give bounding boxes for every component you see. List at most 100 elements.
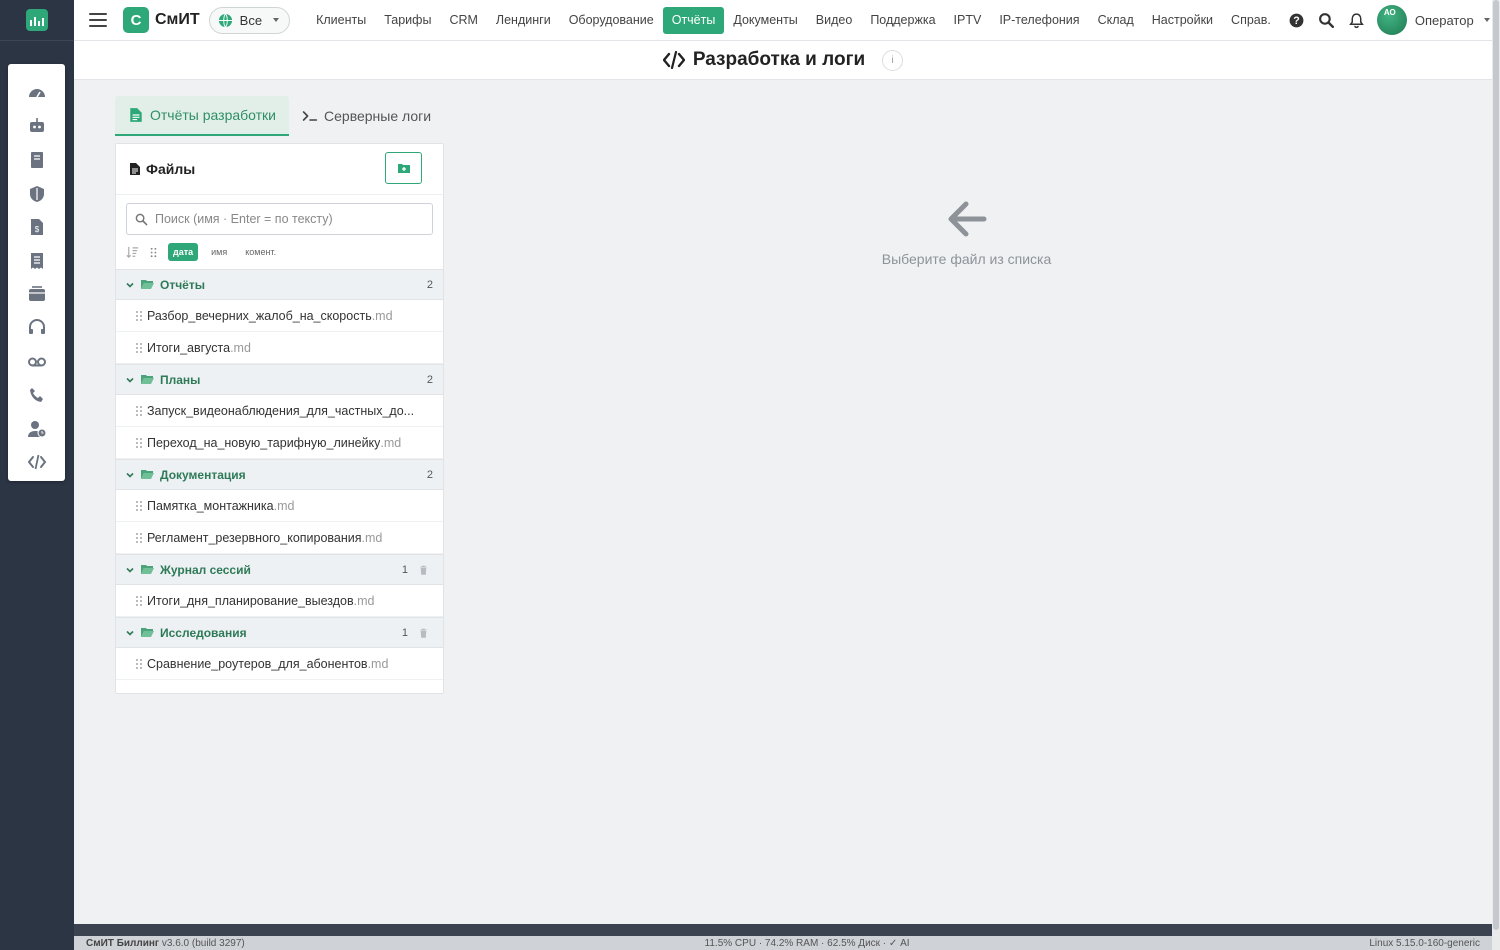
nav-item-9[interactable]: IPTV [945, 7, 991, 34]
headset-icon [28, 318, 45, 334]
folder-row[interactable]: Документация 2 [116, 459, 443, 490]
folder-row[interactable]: Исследования 1 [116, 617, 443, 648]
sidebar-item-mailbox[interactable] [23, 278, 51, 312]
nav-item-4[interactable]: Оборудование [560, 7, 663, 34]
sidebar-item-book[interactable] [23, 143, 51, 177]
nav-item-11[interactable]: Склад [1089, 7, 1143, 34]
folder-row[interactable]: Планы 2 [116, 364, 443, 395]
nav-item-10[interactable]: IP-телефония [990, 7, 1088, 34]
footer: СмИТ Биллинг v3.6.0 (build 3297) 11.5% C… [74, 924, 1492, 950]
folder-open-icon [141, 565, 154, 574]
avatar[interactable]: АО [1376, 5, 1407, 35]
nav-item-8[interactable]: Поддержка [861, 7, 944, 34]
file-row[interactable]: Сравнение_роутеров_для_абонентов .md [116, 648, 443, 680]
sidebar-item-receipt[interactable] [23, 244, 51, 278]
file-row[interactable]: Итоги_дня_планирование_выездов .md [116, 585, 443, 617]
tab-server-logs[interactable]: Серверные логи [289, 96, 444, 136]
chevron-down-icon[interactable] [126, 376, 134, 384]
folder-row[interactable]: Отчёты 2 [116, 269, 443, 300]
sidebar-item-robot[interactable] [23, 110, 51, 144]
search-icon [135, 213, 148, 225]
search-box [126, 203, 433, 235]
user-name[interactable]: Оператор [1415, 13, 1474, 28]
drag-handle-icon[interactable] [136, 310, 142, 321]
drag-handle-icon[interactable] [136, 595, 142, 606]
drag-handle-icon[interactable] [136, 437, 142, 448]
sidebar-item-voicemail[interactable] [23, 345, 51, 379]
nav-item-5[interactable]: Отчёты [662, 6, 725, 34]
page-header: Разработка и логи i [74, 41, 1492, 80]
trash-icon[interactable] [419, 628, 428, 638]
sidebar-item-headset[interactable] [23, 311, 51, 345]
sort-chip-date[interactable]: дата [168, 243, 199, 261]
scope-label: Все [239, 12, 263, 28]
hamburger-menu-icon[interactable] [89, 13, 107, 27]
search-input[interactable] [154, 212, 424, 226]
page-title-text: Разработка и логи [692, 49, 866, 70]
sort-chip-name[interactable]: имя [206, 243, 232, 261]
file-extension: .md [273, 498, 295, 513]
drag-handle-icon[interactable] [136, 532, 142, 543]
svg-text:$: $ [34, 225, 39, 234]
drag-handle-icon[interactable] [136, 500, 142, 511]
help-icon[interactable]: ? [1288, 12, 1305, 29]
nav-item-3[interactable]: Лендинги [487, 7, 560, 34]
drag-grid-icon[interactable] [147, 246, 160, 259]
brand-name: СмИТ [155, 11, 200, 28]
terminal-icon [302, 111, 318, 121]
scope-selector[interactable]: Все [208, 6, 291, 34]
drag-handle-icon[interactable] [136, 405, 142, 416]
file-name: Разбор_вечерних_жалоб_на_скорость [147, 308, 372, 323]
nav-item-6[interactable]: Документы [724, 7, 806, 34]
sidebar-item-invoice[interactable]: $ [23, 210, 51, 244]
left-rail: $ [0, 0, 74, 950]
info-button[interactable]: i [882, 49, 904, 71]
new-folder-button[interactable] [385, 152, 422, 184]
globe-icon [218, 13, 232, 27]
bell-icon[interactable] [1348, 12, 1365, 29]
nav-item-1[interactable]: Тарифы [375, 7, 440, 34]
nav-item-0[interactable]: Клиенты [307, 7, 375, 34]
files-panel-header: Файлы [116, 144, 443, 195]
nav-item-2[interactable]: CRM [440, 7, 486, 34]
sidebar-item-phone-ring[interactable] [23, 378, 51, 412]
file-extension: .md [361, 530, 383, 545]
nav-item-7[interactable]: Видео [807, 7, 862, 34]
file-row[interactable]: Итоги_августа .md [116, 332, 443, 364]
file-extension: .md [380, 435, 402, 450]
folder-name: Планы [160, 372, 201, 387]
sidebar-item-shield[interactable] [23, 177, 51, 211]
chevron-down-icon[interactable] [126, 629, 134, 637]
brand[interactable]: С СмИТ [123, 7, 200, 33]
nav-item-12[interactable]: Настройки [1143, 7, 1222, 34]
folder-count: 2 [426, 278, 433, 291]
sidebar-item-user-clock[interactable] [23, 412, 51, 446]
sort-chip-comment[interactable]: комент. [240, 243, 281, 261]
chevron-down-icon[interactable] [126, 566, 134, 574]
folder-row[interactable]: Журнал сессий 1 [116, 554, 443, 585]
drag-handle-icon[interactable] [136, 342, 142, 353]
file-row[interactable]: Разбор_вечерних_жалоб_на_скорость .md [116, 300, 443, 332]
file-row[interactable]: Регламент_резервного_копирования .md [116, 522, 443, 554]
user-menu-caret-icon[interactable] [1483, 18, 1490, 22]
trash-icon[interactable] [419, 565, 428, 575]
file-name: Переход_на_новую_тарифную_линейку [147, 435, 381, 450]
search-icon[interactable] [1318, 12, 1335, 29]
folder-open-icon [141, 280, 154, 289]
tab-dev-reports[interactable]: Отчёты разработки [115, 96, 290, 136]
sidebar-item-code[interactable] [23, 446, 51, 480]
file-name: Регламент_резервного_копирования [147, 530, 362, 545]
page-scrollbar[interactable] [1492, 0, 1500, 950]
folder-count: 1 [401, 563, 408, 576]
chevron-down-icon[interactable] [126, 281, 134, 289]
drag-handle-icon[interactable] [136, 658, 142, 669]
file-row[interactable]: Памятка_монтажника .md [116, 490, 443, 522]
sort-order-icon[interactable] [126, 246, 139, 259]
file-row[interactable]: Запуск_видеонаблюдения_для_частных_до... [116, 395, 443, 427]
sidebar-item-dashboard[interactable] [23, 76, 51, 110]
chevron-down-icon[interactable] [126, 471, 134, 479]
chart-logo-icon[interactable] [26, 9, 48, 31]
nav-item-13[interactable]: Справ. [1222, 7, 1280, 34]
top-navbar: С СмИТ Все Клиенты Тарифы CRM Лендинги Обору… [74, 0, 1492, 41]
file-row[interactable]: Переход_на_новую_тарифную_линейку .md [116, 427, 443, 459]
